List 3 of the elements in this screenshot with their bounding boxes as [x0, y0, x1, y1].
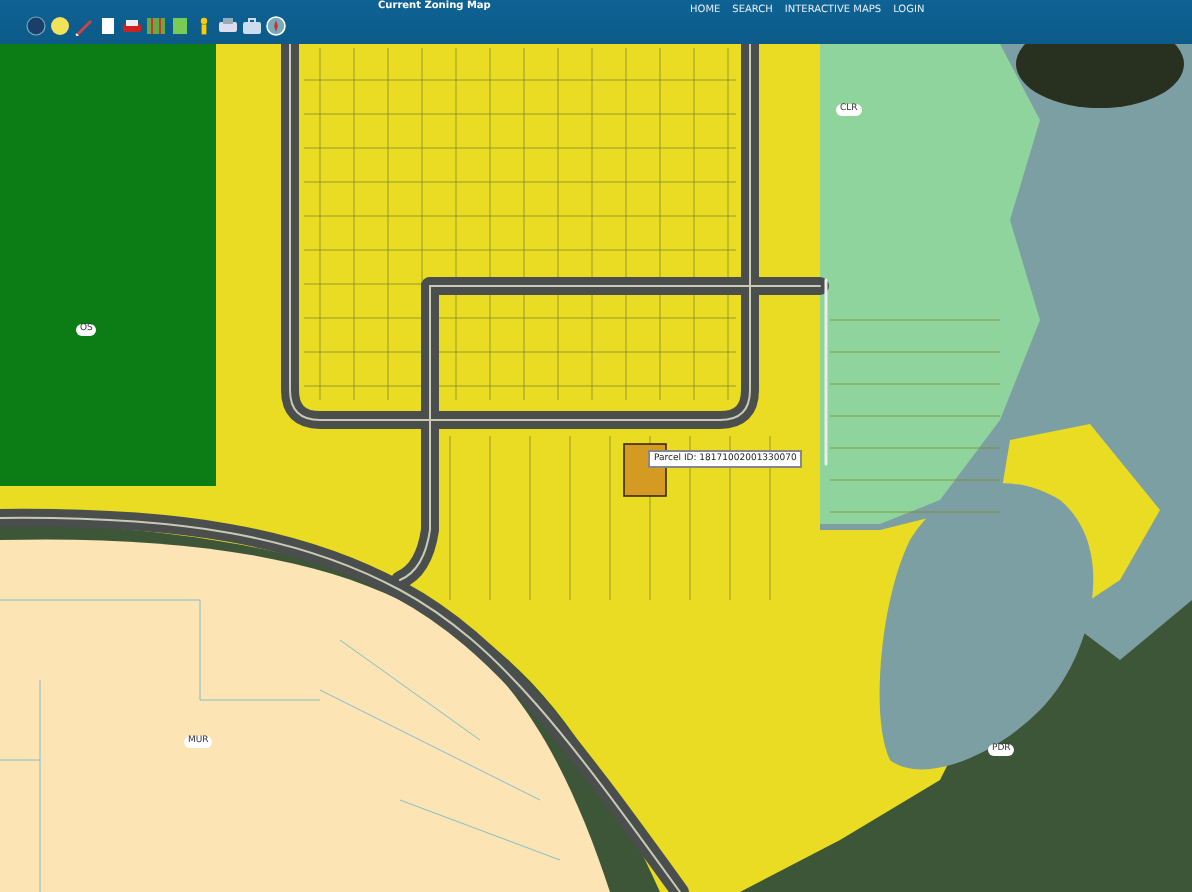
- document-button[interactable]: [98, 14, 118, 38]
- document-icon: [98, 16, 118, 36]
- pencil-icon: [74, 16, 94, 36]
